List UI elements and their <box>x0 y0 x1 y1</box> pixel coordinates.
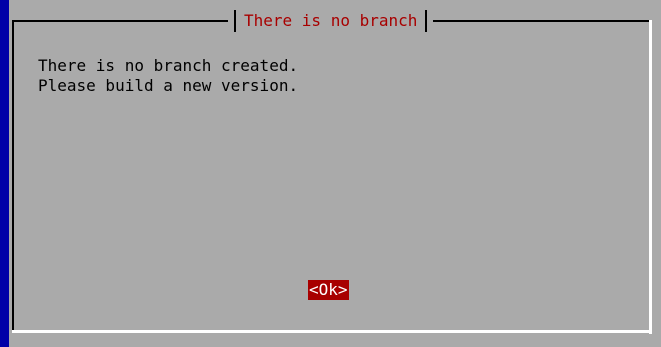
message-line-1: There is no branch created. <box>38 56 299 75</box>
dialog-message: There is no branch created. Please build… <box>38 56 298 96</box>
title-right-tick <box>425 9 428 32</box>
ok-button[interactable]: <Ok> <box>308 280 349 300</box>
terminal-screen: There is no branch There is no branch cr… <box>0 0 661 347</box>
dialog-frame-shadow-bottom <box>12 330 652 333</box>
dialog-title-bar: There is no branch <box>228 9 434 32</box>
message-line-2: Please build a new version. <box>38 76 299 95</box>
dialog-title: There is no branch <box>244 10 418 30</box>
dialog-frame-shadow-right <box>649 20 652 334</box>
